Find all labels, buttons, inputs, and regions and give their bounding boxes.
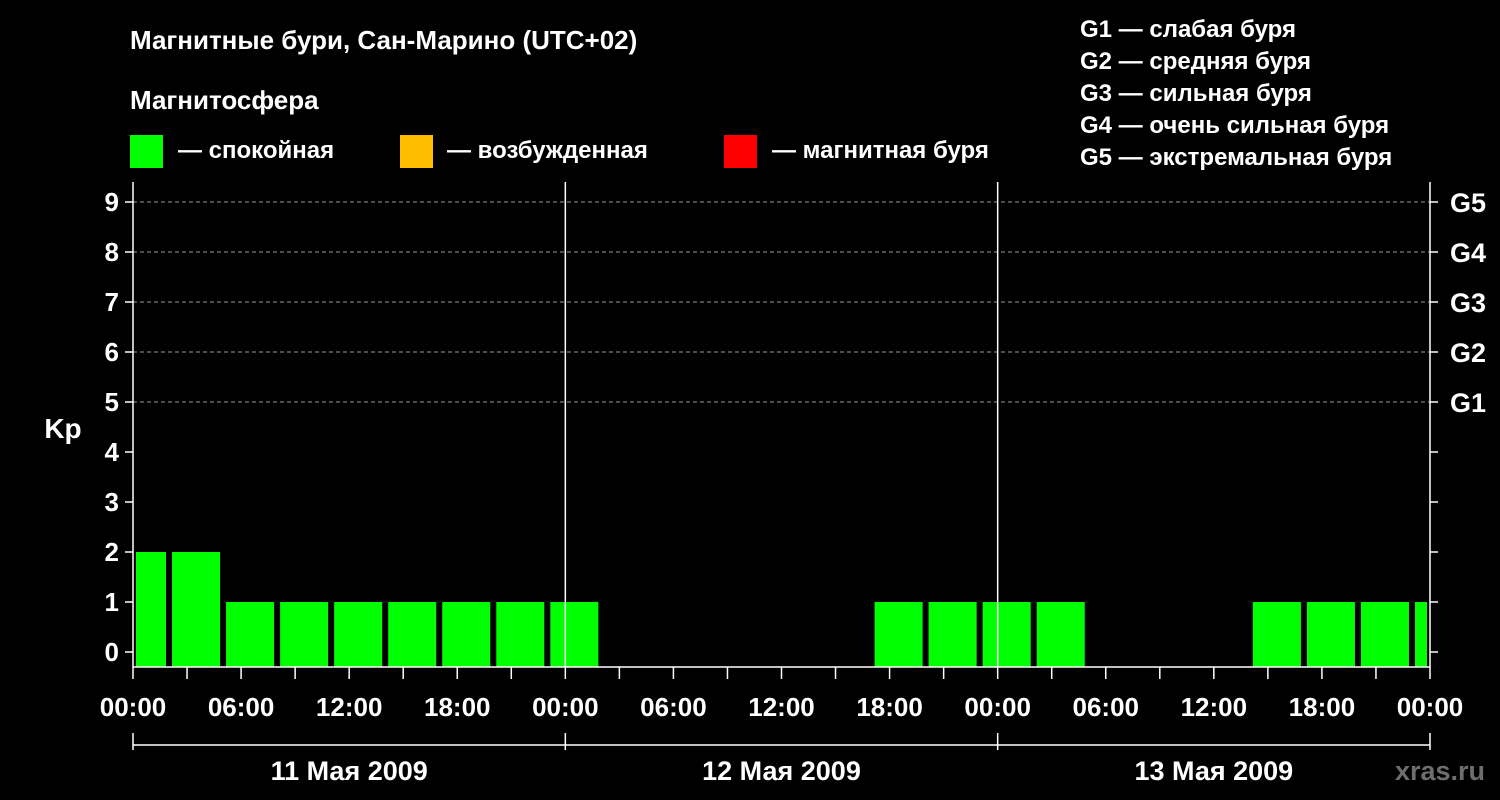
- y-tick-label: 4: [105, 437, 120, 467]
- legend-swatch-excited: [400, 135, 433, 168]
- kp-bar-5: [334, 602, 383, 667]
- kp-bar-9: [550, 602, 599, 667]
- legend-label-quiet: — спокойная: [178, 137, 334, 164]
- y-tick-label: 0: [105, 637, 119, 667]
- y-tick-label: 8: [105, 237, 119, 267]
- g-legend-g3: G3 — сильная буря: [1080, 80, 1312, 107]
- g-scale-label: G5: [1450, 188, 1486, 218]
- state-legend: — спокойная — возбужденная — магнитная б…: [130, 135, 989, 168]
- kp-bar-4: [280, 602, 329, 667]
- g-scale-tick-labels: G1 G2 G3 G4 G5: [1450, 188, 1486, 418]
- kp-bar-12: [982, 602, 1031, 667]
- x-tick-label: 06:00: [1073, 692, 1140, 722]
- x-tick-label: 00:00: [1397, 692, 1464, 722]
- date-label: 12 Мая 2009: [702, 756, 861, 786]
- kp-bar-15: [1306, 602, 1355, 667]
- x-tick-label: 12:00: [748, 692, 815, 722]
- g-legend-g1: G1 — слабая буря: [1080, 16, 1296, 43]
- x-tick-label: 00:00: [532, 692, 599, 722]
- g-scale-label: G3: [1450, 288, 1486, 318]
- y-tick-label: 3: [105, 487, 119, 517]
- kp-bar-6: [388, 602, 437, 667]
- g-scale-legend: G1 — слабая буря G2 — средняя буря G3 — …: [1080, 16, 1392, 171]
- kp-bar-3: [226, 602, 275, 667]
- legend-swatch-quiet: [130, 135, 163, 168]
- kp-bars: [136, 552, 1427, 667]
- g-legend-g2: G2 — средняя буря: [1080, 48, 1311, 75]
- y-tick-label: 1: [105, 587, 119, 617]
- y-tick-label: 7: [105, 287, 119, 317]
- x-tick-label: 06:00: [640, 692, 707, 722]
- kp-bar-13: [1036, 602, 1085, 667]
- kp-bar-8: [496, 602, 545, 667]
- y-tick-labels: 0 1 2 3 4 5 6 7 8 9: [105, 187, 120, 667]
- x-tick-labels: 00:00 06:00 12:00 18:00 00:00 06:00 12:00 18:00…: [100, 692, 1464, 722]
- g-legend-g4: G4 — очень сильная буря: [1080, 112, 1389, 139]
- date-label: 13 Мая 2009: [1134, 756, 1293, 786]
- y-tick-label: 6: [105, 337, 119, 367]
- g-scale-label: G1: [1450, 388, 1486, 418]
- x-tick-label: 18:00: [856, 692, 923, 722]
- g-scale-label: G2: [1450, 338, 1486, 368]
- date-labels: 11 Мая 2009 12 Мая 2009 13 Мая 2009: [271, 756, 1294, 786]
- x-tick-label: 18:00: [424, 692, 491, 722]
- y-tick-label: 9: [105, 187, 119, 217]
- legend-label-excited: — возбужденная: [447, 137, 648, 164]
- y-tick-label: 5: [105, 387, 119, 417]
- x-tick-label: 00:00: [100, 692, 167, 722]
- g-scale-label: G4: [1450, 238, 1486, 268]
- kp-chart: Магнитные бури, Сан-Марино (UTC+02) Магн…: [44, 16, 1486, 786]
- x-tick-label: 12:00: [1181, 692, 1248, 722]
- kp-bar-14: [1252, 602, 1301, 667]
- kp-bar-10: [874, 602, 923, 667]
- x-tick-label: 00:00: [964, 692, 1031, 722]
- kp-bar-11: [928, 602, 977, 667]
- watermark: xras.ru: [1395, 756, 1485, 786]
- kp-bar-17: [1414, 602, 1427, 667]
- kp-bar-16: [1360, 602, 1409, 667]
- chart-title: Магнитные бури, Сан-Марино (UTC+02): [130, 25, 637, 55]
- kp-bar-7: [442, 602, 491, 667]
- y-tick-label: 2: [105, 537, 119, 567]
- date-label: 11 Мая 2009: [271, 756, 428, 786]
- kp-bar-2: [172, 552, 221, 667]
- x-tick-label: 12:00: [316, 692, 383, 722]
- legend-swatch-storm: [724, 135, 757, 168]
- g-legend-g5: G5 — экстремальная буря: [1080, 144, 1392, 171]
- x-tick-label: 06:00: [208, 692, 275, 722]
- legend-label-storm: — магнитная буря: [772, 137, 989, 164]
- kp-bar-1: [136, 552, 167, 667]
- magnetosphere-label: Магнитосфера: [130, 85, 319, 115]
- y-axis-label: Kp: [44, 413, 81, 444]
- x-tick-label: 18:00: [1289, 692, 1356, 722]
- grid-lines: [133, 201, 1430, 403]
